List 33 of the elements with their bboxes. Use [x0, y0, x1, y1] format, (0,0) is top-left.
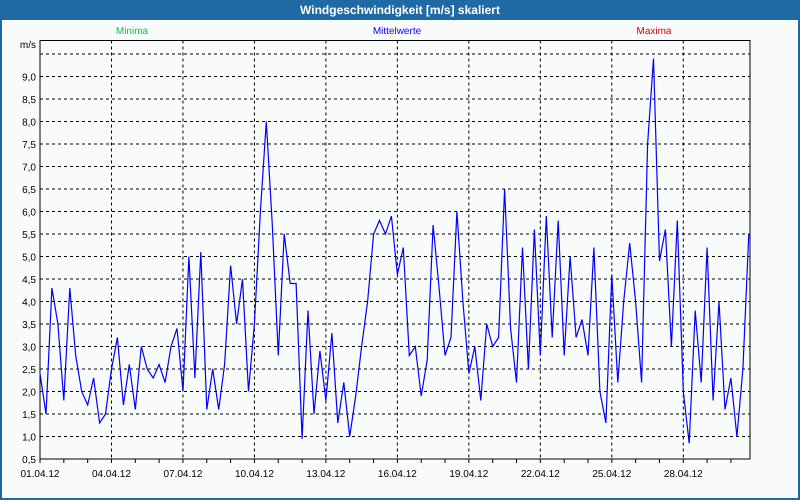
x-tick-label: 10.04.12 — [234, 469, 274, 480]
y-tick-label: 1,0 — [22, 432, 36, 444]
x-tick-label: 28.04.12 — [664, 469, 703, 480]
legend-label: Maxima — [636, 26, 672, 37]
legend-label: Minima — [116, 26, 148, 37]
y-tick-label: 3,0 — [22, 342, 36, 354]
y-tick-label: 6,0 — [22, 208, 36, 218]
legend-label: Mittelwerte — [372, 26, 422, 37]
window-title: Windgeschwindigkeit [m/s] skaliert — [299, 2, 501, 19]
y-tick-label: 0,5 — [22, 455, 36, 466]
y-tick-label: 5,0 — [22, 252, 36, 264]
y-tick-label: 4,0 — [22, 298, 36, 308]
y-tick-label: 2,0 — [22, 388, 36, 398]
x-tick-label: 19.04.12 — [449, 469, 488, 480]
y-tick-label: 7,0 — [22, 162, 36, 174]
y-tick-label: 8,0 — [22, 118, 36, 128]
x-tick-label: 25.04.12 — [592, 469, 632, 480]
x-tick-label: 13.04.12 — [306, 469, 346, 480]
y-tick-label: 3,5 — [22, 320, 36, 331]
y-tick-label: 2,5 — [22, 365, 36, 376]
x-tick-label: 04.04.12 — [92, 469, 131, 480]
y-tick-label: 5,5 — [22, 230, 36, 241]
x-tick-label: 22.04.12 — [520, 469, 560, 480]
y-tick-label: 9,0 — [22, 72, 36, 84]
x-tick-label: 07.04.12 — [163, 469, 202, 480]
y-axis-label: m/s — [20, 40, 36, 51]
y-tick-label: 7,5 — [22, 140, 36, 151]
y-tick-label: 4,5 — [22, 275, 36, 286]
y-tick-label: 6,5 — [22, 185, 36, 196]
x-tick-label: 01.04.12 — [20, 469, 60, 480]
y-tick-label: 1,5 — [22, 410, 36, 421]
y-tick-label: 8,5 — [22, 95, 36, 106]
x-tick-label: 16.04.12 — [378, 469, 417, 480]
